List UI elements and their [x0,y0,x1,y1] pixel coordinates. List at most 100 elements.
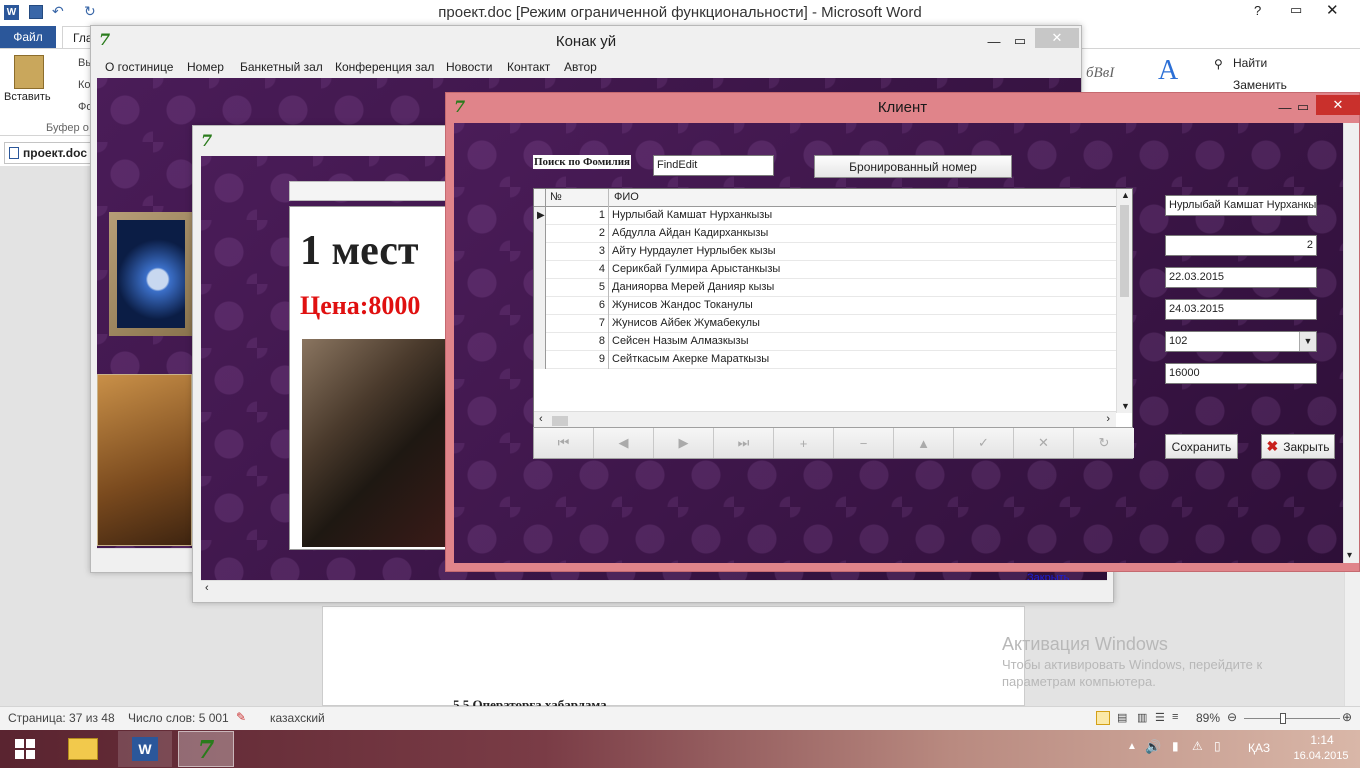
taskbar-word[interactable]: W [118,731,172,767]
status-words[interactable]: Число слов: 5 001 [128,711,229,725]
db-navigator: ⏮ ◀ ▶ ⏭ + − ▲ ✓ ✕ ↻ [533,427,1134,459]
zoom-slider-thumb[interactable] [1280,713,1286,724]
client-name-field[interactable]: Нурлыбай Камшат Нурханкызы [1165,195,1317,216]
next-record-icon[interactable]: ▶ [654,428,714,458]
client-vertical-scrollbar[interactable]: ▾ [1343,123,1359,563]
konak-close-icon[interactable]: ✕ [1035,28,1079,48]
client-maximize-icon[interactable]: ▭ [1286,96,1320,118]
edit-record-icon[interactable]: ▲ [894,428,954,458]
file-tab[interactable]: Файл [0,26,56,48]
clients-grid[interactable]: № ФИО ▶ 1 Нурлыбай Камшат Нурханкызы 2 Абду… [533,188,1133,430]
table-row[interactable]: 9 Сейткасым Акерке Мараткызы [534,351,1116,369]
grid-scroll-down-icon[interactable]: ▼ [1121,401,1130,411]
find-icon: ⚲ [1214,57,1223,71]
close-button[interactable]: ✖ Закрыть [1261,434,1335,459]
delete-record-icon[interactable]: − [834,428,894,458]
post-record-icon[interactable]: ✓ [954,428,1014,458]
status-page[interactable]: Страница: 37 из 48 [8,711,115,725]
spellcheck-icon[interactable]: ✎ [236,710,246,724]
header-number[interactable]: № [550,189,609,207]
zoom-in-icon[interactable]: ⊕ [1342,710,1352,724]
first-record-icon[interactable]: ⏮ [534,428,594,458]
battery-icon[interactable]: ▯ [1214,739,1221,753]
room-scroll-left-icon[interactable]: ‹ [205,582,209,594]
tray-time[interactable]: 1:14 [1296,733,1348,747]
word-close-icon[interactable]: ✕ [1326,1,1339,19]
menu-author[interactable]: Автор [564,60,597,74]
table-row[interactable]: ▶ 1 Нурлыбай Камшат Нурханкызы [534,207,1116,225]
tray-overflow-icon[interactable]: ▲ [1127,741,1137,752]
tray-date[interactable]: 16.04.2015 [1290,750,1352,762]
menu-banquet-hall[interactable]: Банкетный зал [240,60,323,74]
taskbar-hotel-app[interactable]: 7 [178,731,234,767]
tray-language[interactable]: ҚАЗ [1248,741,1270,755]
paste-button[interactable]: Вставить [4,91,51,103]
paste-icon[interactable] [14,55,44,89]
menu-conference-hall[interactable]: Конференция зал [335,60,434,74]
row-indicator [534,315,546,333]
client-scroll-down-icon[interactable]: ▾ [1347,550,1352,561]
menu-contact[interactable]: Контакт [507,60,550,74]
start-button[interactable] [0,730,50,768]
web-layout-icon[interactable]: ▥ [1137,711,1147,724]
cancel-record-icon[interactable]: ✕ [1014,428,1074,458]
check-out-date-field[interactable]: 24.03.2015 [1165,299,1317,320]
table-row[interactable]: 7 Жунисов Айбек Жумабекулы [534,315,1116,333]
print-layout-icon[interactable] [1096,711,1110,725]
grid-vertical-scrollbar[interactable]: ▲ ▼ [1116,189,1132,413]
full-screen-icon[interactable]: ▤ [1117,711,1127,724]
network-icon[interactable]: ⚠ [1192,739,1203,753]
insert-record-icon[interactable]: + [774,428,834,458]
last-record-icon[interactable]: ⏭ [714,428,774,458]
zoom-out-icon[interactable]: ⊖ [1227,710,1237,724]
document-tab[interactable]: проект.doc [4,142,92,164]
grid-scroll-left-icon[interactable]: ‹ [539,413,543,425]
taskbar: W 7 ▲ 🔊 ▮ ⚠ ▯ ҚАЗ 1:14 16.04.2015 [0,730,1360,768]
table-row[interactable]: 5 Данияорва Мерей Данияр кызы [534,279,1116,297]
find-button[interactable]: Найти [1233,56,1267,70]
prior-record-icon[interactable]: ◀ [594,428,654,458]
row-number: 4 [546,261,609,279]
zoom-slider[interactable] [1244,718,1340,719]
table-row[interactable]: 2 Абдулла Айдан Кадирханкызы [534,225,1116,243]
row-fio: Сейткасым Акерке Мараткызы [612,353,770,365]
total-sum-field[interactable]: 16000 [1165,363,1317,384]
replace-button[interactable]: Заменить [1233,78,1287,92]
menu-news[interactable]: Новости [446,60,492,74]
grid-scroll-right-icon[interactable]: › [1106,413,1110,425]
booked-room-button[interactable]: Бронированный номер [814,155,1012,178]
search-input[interactable]: FindEdit [653,155,774,176]
taskbar-explorer[interactable] [56,731,110,767]
change-styles-icon[interactable]: A [1158,55,1178,87]
style-gallery[interactable]: бВвI [1086,65,1114,82]
word-restore-icon[interactable]: ▭ [1290,2,1302,18]
table-row[interactable]: 8 Сейсен Назым Алмазкызы [534,333,1116,351]
table-row[interactable]: 4 Серикбай Гулмира Арыстанкызы [534,261,1116,279]
room-horizontal-scrollbar[interactable]: ‹ [201,580,1107,598]
draft-icon[interactable]: ≡ [1172,711,1178,723]
grid-hscroll-thumb[interactable] [552,416,568,426]
row-fio: Жунисов Жандос Токанулы [612,299,753,311]
client-close-icon[interactable]: ✕ [1316,95,1360,115]
refresh-icon[interactable]: ↻ [1074,428,1134,458]
signal-icon[interactable]: ▮ [1172,739,1179,753]
volume-icon[interactable]: 🔊 [1145,739,1161,755]
status-language[interactable]: казахский [270,711,325,725]
word-help-icon[interactable]: ? [1254,3,1261,18]
room-select[interactable]: 102 ▼ [1165,331,1317,352]
grid-scroll-up-icon[interactable]: ▲ [1121,190,1130,200]
check-in-date-field[interactable]: 22.03.2015 [1165,267,1317,288]
save-button[interactable]: Сохранить [1165,434,1238,459]
chevron-down-icon[interactable]: ▼ [1299,332,1316,351]
menu-about-hotel[interactable]: О гостинице [105,60,173,74]
copy-button[interactable]: Ко [78,79,91,91]
zoom-level[interactable]: 89% [1196,711,1220,725]
table-row[interactable]: 3 Айту Нурдаулет Нурлыбек кызы [534,243,1116,261]
table-row[interactable]: 6 Жунисов Жандос Токанулы [534,297,1116,315]
menu-room[interactable]: Номер [187,60,224,74]
konak-maximize-icon[interactable]: ▭ [1003,30,1037,52]
outline-icon[interactable]: ☰ [1155,711,1165,724]
guest-count-field[interactable]: 2 [1165,235,1317,256]
grid-scroll-thumb[interactable] [1120,205,1129,297]
header-fio[interactable]: ФИО [614,189,639,206]
